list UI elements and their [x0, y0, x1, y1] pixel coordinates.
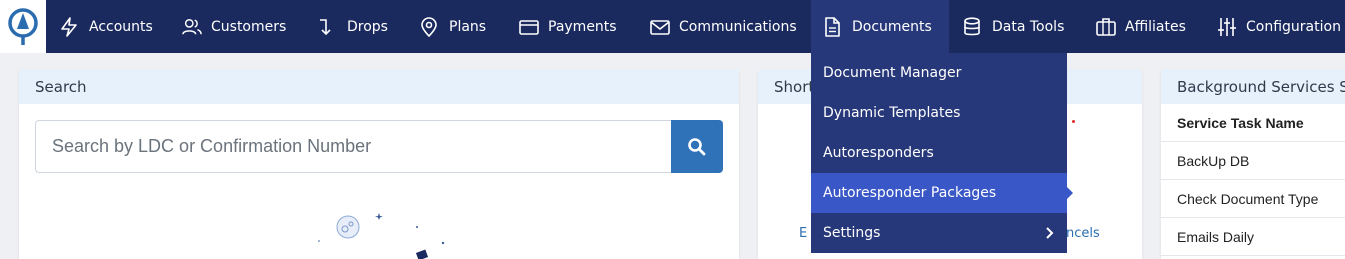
search-button[interactable] [671, 120, 723, 173]
nav-drops[interactable]: Drops [318, 0, 388, 53]
nav-plans[interactable]: Plans [420, 0, 486, 53]
briefcase-icon [1096, 17, 1116, 37]
nav-affiliates[interactable]: Affiliates [1096, 0, 1186, 53]
bolt-icon [60, 16, 80, 37]
nav-label: Payments [548, 18, 617, 35]
menu-item-document-manager[interactable]: Document Manager [811, 53, 1067, 93]
shortcut-link[interactable]: ncels [1066, 226, 1100, 241]
table-header[interactable]: Service Task Name [1161, 104, 1345, 142]
services-table: Service Task Name BackUp DB Check Docume… [1161, 104, 1345, 256]
nav-label: Documents [852, 18, 932, 35]
nav-customers[interactable]: Customers [182, 0, 286, 53]
nav-label: Communications [679, 18, 797, 35]
nav-documents[interactable]: Documents [811, 0, 949, 53]
users-icon [182, 17, 202, 37]
menu-item-autoresponder-packages[interactable]: Autoresponder Packages [811, 173, 1067, 213]
menu-item-label: Autoresponders [823, 145, 934, 161]
mail-icon [650, 17, 670, 37]
nav-payments[interactable]: Payments [519, 0, 617, 53]
document-icon [823, 16, 843, 37]
app-logo[interactable] [0, 0, 46, 53]
nav-label: Plans [449, 18, 487, 35]
nav-label: Drops [347, 18, 388, 35]
table-row[interactable]: BackUp DB [1161, 142, 1345, 180]
illustration [318, 213, 445, 259]
menu-item-label: Document Manager [823, 65, 962, 81]
menu-item-settings[interactable]: Settings [811, 213, 1067, 253]
map-pin-icon [420, 16, 440, 37]
menu-pointer [1067, 187, 1073, 199]
drop-arrow-icon [318, 17, 338, 37]
nav-accounts[interactable]: Accounts [60, 0, 153, 53]
menu-item-label: Autoresponder Packages [823, 185, 997, 201]
sliders-icon [1217, 17, 1237, 37]
chevron-right-icon [1046, 227, 1054, 239]
menu-item-label: Settings [823, 225, 881, 241]
nav-label: Accounts [89, 18, 153, 35]
nav-label: Configuration [1246, 18, 1341, 35]
table-row[interactable]: Emails Daily [1161, 218, 1345, 256]
table-row[interactable]: Check Document Type [1161, 180, 1345, 218]
background-services-card: Background Services S Service Task Name … [1161, 69, 1345, 259]
nav-label: Affiliates [1125, 18, 1186, 35]
shortcut-link[interactable]: E [799, 226, 807, 241]
search-input[interactable]: Search by LDC or Confirmation Number [35, 120, 671, 173]
search-icon [688, 137, 706, 155]
top-nav: Accounts Customers Drops Plans Payments … [0, 0, 1345, 53]
card-title: Search [19, 69, 739, 104]
status-dot [1072, 120, 1075, 123]
documents-dropdown-menu: Document Manager Dynamic Templates Autor… [811, 53, 1067, 253]
menu-item-autoresponders[interactable]: Autoresponders [811, 133, 1067, 173]
nav-configuration[interactable]: Configuration [1217, 0, 1341, 53]
nav-data-tools[interactable]: Data Tools [963, 0, 1064, 53]
database-icon [963, 16, 983, 37]
menu-item-dynamic-templates[interactable]: Dynamic Templates [811, 93, 1067, 133]
nav-label: Data Tools [992, 18, 1065, 35]
card-title: Background Services S [1161, 69, 1345, 104]
nav-communications[interactable]: Communications [650, 0, 797, 53]
menu-item-label: Dynamic Templates [823, 105, 961, 121]
nav-label: Customers [211, 18, 287, 35]
search-card: Search Search by LDC or Confirmation Num… [19, 69, 739, 259]
search-placeholder: Search by LDC or Confirmation Number [52, 136, 372, 156]
credit-card-icon [519, 17, 539, 37]
